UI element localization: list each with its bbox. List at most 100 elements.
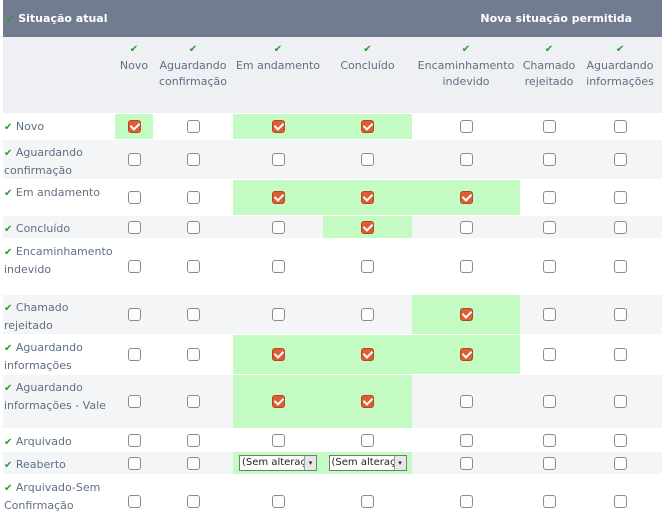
transition-checkbox[interactable]	[186, 433, 200, 447]
matrix-row-aguardando-informacoes: ✔ Aguardando informações	[3, 334, 662, 375]
transition-cell	[412, 179, 520, 216]
transition-checkbox[interactable]	[613, 348, 627, 362]
transition-checkbox[interactable]	[459, 308, 473, 322]
row-label-cell: ✔ Concluído	[3, 215, 115, 239]
transition-checkbox[interactable]	[361, 348, 374, 362]
transition-checkbox[interactable]	[613, 395, 627, 409]
transition-checkbox[interactable]	[542, 153, 556, 167]
transition-checkbox[interactable]	[613, 120, 627, 134]
transition-checkbox[interactable]	[459, 191, 473, 205]
transition-checkbox[interactable]	[459, 260, 473, 274]
transition-cell	[412, 451, 520, 475]
transition-cell	[153, 294, 233, 335]
transition-cell	[520, 294, 578, 335]
transition-checkbox[interactable]	[186, 494, 200, 508]
transition-cell	[233, 179, 323, 216]
transition-checkbox[interactable]	[613, 191, 627, 205]
transition-checkbox[interactable]	[186, 220, 200, 234]
check-icon: ✔	[4, 188, 13, 199]
transition-checkbox[interactable]	[542, 395, 556, 409]
column-header-label: Encaminhamento indevido	[417, 59, 515, 88]
transition-checkbox[interactable]	[542, 456, 556, 470]
transition-checkbox[interactable]	[361, 191, 374, 205]
transition-checkbox[interactable]	[127, 120, 141, 134]
transition-checkbox[interactable]	[459, 120, 473, 134]
transition-checkbox[interactable]	[613, 153, 627, 167]
transition-checkbox[interactable]	[271, 153, 285, 167]
column-header-concluido: ✔ Concluído	[323, 37, 412, 114]
transition-checkbox[interactable]	[186, 348, 200, 362]
row-label: Arquivado	[15, 435, 72, 448]
transition-checkbox[interactable]	[127, 191, 141, 205]
transition-checkbox[interactable]	[361, 220, 374, 234]
transition-checkbox[interactable]	[542, 120, 556, 134]
transition-checkbox[interactable]	[186, 191, 200, 205]
transition-checkbox[interactable]	[542, 220, 556, 234]
transition-checkbox[interactable]	[542, 308, 556, 322]
transition-checkbox[interactable]	[542, 348, 556, 362]
status-select[interactable]: (Sem alteraç ▾	[239, 455, 317, 471]
transition-checkbox[interactable]	[127, 456, 141, 470]
transition-checkbox[interactable]	[613, 494, 627, 508]
transition-checkbox[interactable]	[127, 220, 141, 234]
transition-checkbox[interactable]	[127, 348, 141, 362]
transition-cell	[115, 474, 153, 527]
transition-checkbox[interactable]	[361, 153, 374, 167]
transition-checkbox[interactable]	[186, 260, 200, 274]
transition-checkbox[interactable]	[186, 308, 200, 322]
transition-checkbox[interactable]	[361, 395, 374, 409]
transition-checkbox[interactable]	[271, 433, 285, 447]
transition-checkbox[interactable]	[127, 260, 141, 274]
transition-checkbox[interactable]	[271, 395, 285, 409]
transition-checkbox[interactable]	[361, 260, 374, 274]
check-icon: ✔	[544, 44, 554, 55]
transition-checkbox[interactable]	[186, 153, 200, 167]
transition-checkbox[interactable]	[186, 395, 200, 409]
row-label-cell: ✔ Chamado rejeitado	[3, 294, 115, 335]
transition-checkbox[interactable]	[271, 494, 285, 508]
transition-checkbox[interactable]	[459, 433, 473, 447]
transition-checkbox[interactable]	[127, 395, 141, 409]
transition-checkbox[interactable]	[361, 433, 374, 447]
column-header-label: Concluído	[340, 59, 395, 72]
transition-checkbox[interactable]	[271, 308, 285, 322]
transition-checkbox[interactable]	[459, 395, 473, 409]
transition-cell	[578, 139, 662, 180]
transition-checkbox[interactable]	[459, 494, 473, 508]
transition-checkbox[interactable]	[361, 494, 374, 508]
transition-checkbox[interactable]	[127, 153, 141, 167]
check-icon: ✔	[4, 247, 13, 258]
transition-matrix: ✔ Situação atual Nova situação permitida…	[3, 0, 662, 527]
transition-cell	[233, 113, 323, 140]
transition-checkbox[interactable]	[613, 456, 627, 470]
transition-checkbox[interactable]	[271, 348, 285, 362]
transition-checkbox[interactable]	[613, 308, 627, 322]
transition-checkbox[interactable]	[542, 494, 556, 508]
transition-checkbox[interactable]	[127, 308, 141, 322]
transition-checkbox[interactable]	[613, 260, 627, 274]
transition-checkbox[interactable]	[542, 191, 556, 205]
transition-checkbox[interactable]	[127, 433, 141, 447]
transition-checkbox[interactable]	[459, 348, 473, 362]
transition-checkbox[interactable]	[361, 120, 374, 134]
transition-checkbox[interactable]	[271, 120, 285, 134]
transition-checkbox[interactable]	[542, 260, 556, 274]
matrix-row-em-andamento: ✔ Em andamento	[3, 179, 662, 216]
status-select[interactable]: (Sem alteraç ▾	[328, 455, 407, 471]
transition-checkbox[interactable]	[361, 308, 374, 322]
column-headers: ✔ Novo ✔ Aguardando confirmação ✔ Em andament…	[3, 37, 662, 114]
transition-checkbox[interactable]	[613, 433, 627, 447]
transition-checkbox[interactable]	[459, 456, 473, 470]
transition-checkbox[interactable]	[271, 260, 285, 274]
transition-checkbox[interactable]	[613, 220, 627, 234]
transition-checkbox[interactable]	[271, 220, 285, 234]
transition-checkbox[interactable]	[459, 153, 473, 167]
transition-cell	[153, 451, 233, 475]
transition-checkbox[interactable]	[186, 456, 200, 470]
transition-checkbox[interactable]	[186, 120, 200, 134]
transition-checkbox[interactable]	[542, 433, 556, 447]
transition-checkbox[interactable]	[127, 494, 141, 508]
transition-cell	[233, 238, 323, 295]
transition-checkbox[interactable]	[459, 220, 473, 234]
transition-checkbox[interactable]	[271, 191, 285, 205]
